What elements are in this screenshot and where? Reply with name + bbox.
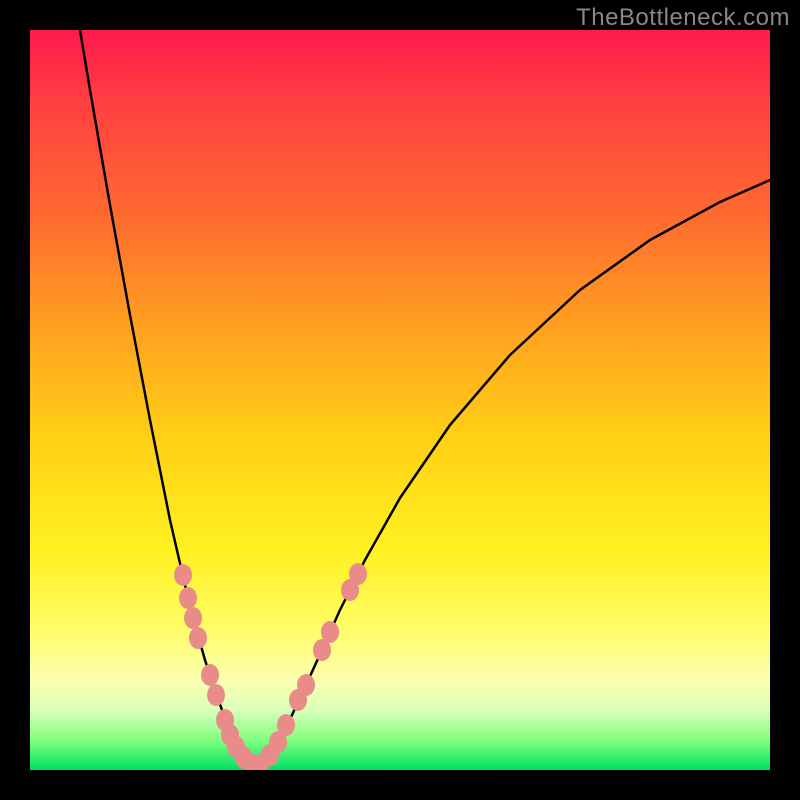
scatter-dot — [349, 563, 367, 585]
chart-plot-area — [30, 30, 770, 770]
scatter-dot — [201, 664, 219, 686]
scatter-dot — [207, 684, 225, 706]
curve-layer — [80, 30, 770, 765]
scatter-dot — [297, 674, 315, 696]
scatter-layer — [174, 563, 367, 770]
curve-right-branch — [262, 180, 770, 765]
chart-svg — [30, 30, 770, 770]
scatter-dot — [277, 714, 295, 736]
watermark-text: TheBottleneck.com — [576, 4, 790, 32]
scatter-dot — [174, 564, 192, 586]
scatter-dot — [321, 621, 339, 643]
scatter-dot — [179, 587, 197, 609]
scatter-dot — [184, 607, 202, 629]
curve-left-branch — [80, 30, 252, 765]
scatter-dot — [189, 627, 207, 649]
